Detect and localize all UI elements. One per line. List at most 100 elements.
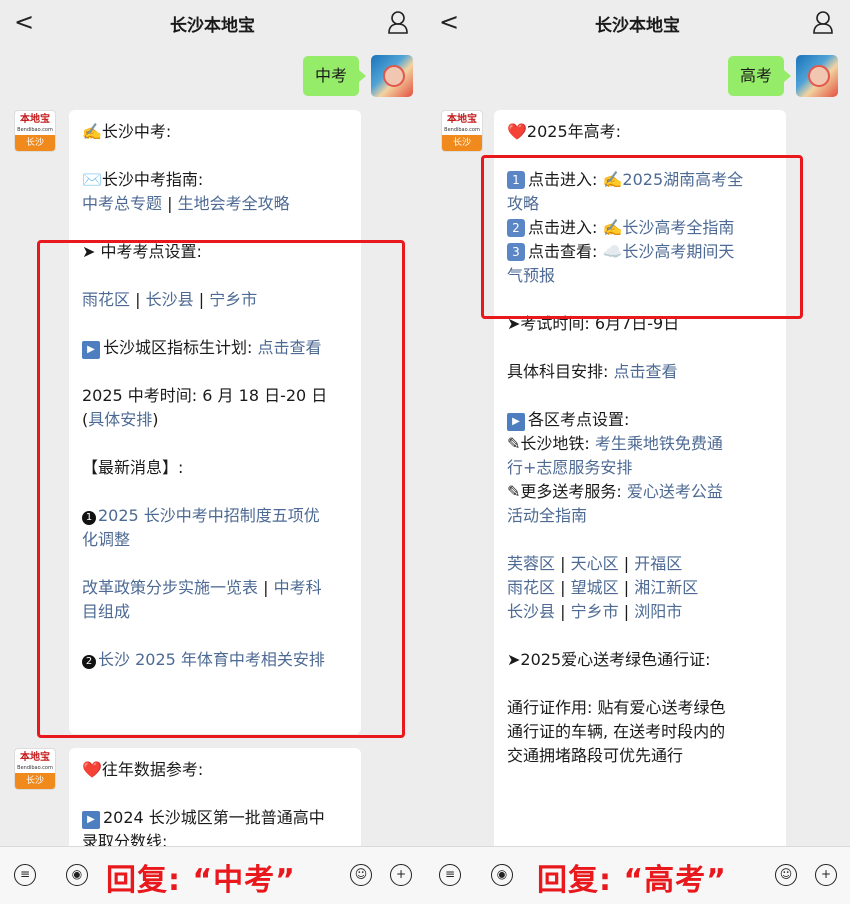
profile-icon[interactable] [387,10,409,34]
sent-bubble: 中考 [302,56,367,96]
text-line: 通行证的车辆, 在送考时段内的 [507,722,726,741]
link[interactable]: 爱心送考公益 [627,482,723,501]
outgoing-message: 中考 [302,54,413,98]
menu-icon[interactable]: ≡ [14,864,36,886]
district-link[interactable]: 芙蓉区 [507,554,555,573]
menu-icon[interactable]: ≡ [439,864,461,886]
link[interactable]: 雨花区 [82,290,130,309]
text: 具体科目安排: [507,362,609,381]
plus-icon[interactable]: + [815,864,837,886]
district-link[interactable]: 天心区 [571,554,619,573]
avatar-city: 长沙 [15,773,55,789]
district-link[interactable]: 开福区 [634,554,682,573]
user-avatar[interactable] [796,55,838,97]
bot-avatar[interactable]: 本地宝 Bendibao.com 长沙 [14,748,56,790]
voice-icon[interactable]: ◉ [491,864,513,886]
profile-icon[interactable] [812,10,834,34]
paren: ) [152,410,159,429]
link[interactable]: 目组成 [82,600,348,624]
district-link[interactable]: 宁乡市 [571,602,619,621]
district-link[interactable]: 湘江新区 [634,578,698,597]
link[interactable]: 2025湖南高考全 [622,170,743,189]
number-badge: 2 [507,219,525,237]
chat-pane-zhongkao: < 长沙本地宝 中考 本地宝 Bendibao.com 长沙 ✍️长沙中考: ✉️… [0,0,425,904]
link[interactable]: 中考科 [274,578,322,597]
link[interactable]: 宁乡市 [209,290,257,309]
avatar-brand: 本地宝 [447,114,477,125]
text: 点击进入: ✍️ [528,218,623,237]
link[interactable]: 长沙县 [146,290,194,309]
separator: | [135,290,141,309]
user-avatar[interactable] [371,55,413,97]
link[interactable]: 具体安排 [88,410,152,429]
separator: | [560,554,566,573]
text: ✎更多送考服务: [507,482,622,501]
text-line: 2025 中考时间: 6 月 18 日-20 日 [82,386,328,405]
link[interactable]: 长沙高考全指南 [622,218,734,237]
link[interactable]: 生地会考全攻略 [178,194,290,213]
separator: | [623,554,630,573]
text-line: ❤️2025年高考: [507,122,622,141]
link[interactable]: 长沙 2025 年体育中考相关安排 [98,650,325,669]
reply-hint: 回复: “高考” [537,863,727,898]
link[interactable]: 改革政策分步实施一览表 [82,578,258,597]
separator: | [560,602,566,621]
emoji-icon[interactable]: ☺ [350,864,372,886]
plus-icon[interactable]: + [390,864,412,886]
top-bar: < 长沙本地宝 [425,0,850,46]
link[interactable]: 化调整 [82,528,348,552]
play-icon: ▶ [507,413,525,431]
avatar-brand: 本地宝 [20,114,50,125]
link[interactable]: 中考总专题 [82,194,162,213]
separator: | [623,602,630,621]
text-line: ➤考试时间: 6月7日-9日 [507,314,680,333]
bot-avatar[interactable]: 本地宝 Bendibao.com 长沙 [14,110,56,152]
separator: | [623,578,630,597]
text: ✎长沙地铁: [507,434,590,453]
text-line: ➤2025爱心送考绿色通行证: [507,650,711,669]
link[interactable]: 2025 长沙中考中招制度五项优 [98,506,320,525]
separator: | [198,290,205,309]
district-link[interactable]: 雨花区 [507,578,555,597]
number-badge: 1 [507,171,525,189]
outgoing-message: 高考 [727,54,838,98]
link[interactable]: 点击查看 [258,338,322,357]
link[interactable]: 攻略 [507,192,773,216]
text-line: 【最新消息】: [82,458,184,477]
text: 各区考点设置: [528,410,630,429]
text-line: 交通拥堵路段可优先通行 [507,746,684,765]
separator: | [167,194,173,213]
link[interactable]: 长沙高考期间天 [622,242,734,261]
sent-bubble: 高考 [727,56,792,96]
text-line: ✉️长沙中考指南: [82,170,204,189]
message-bubble: ❤️2025年高考: 1 点击进入: ✍️2025湖南高考全 攻略 2 点击进入: … [494,110,786,855]
text: 2024 长沙城区第一批普通高中 [103,808,325,827]
play-icon: ▶ [82,341,100,359]
separator: | [560,578,566,597]
message-bubble: ✍️长沙中考: ✉️长沙中考指南: 中考总专题 | 生地会考全攻略 ➤ 中考考点… [69,110,361,734]
link[interactable]: 气预报 [507,264,773,288]
avatar-city: 长沙 [15,135,55,151]
number-badge: 3 [507,243,525,261]
district-link[interactable]: 望城区 [571,578,619,597]
link[interactable]: 考生乘地铁免费通 [595,434,723,453]
input-bar: ≡ ◉ 回复: “中考” ☺ + [0,846,425,904]
chat-title: 长沙本地宝 [595,16,680,36]
emoji-icon[interactable]: ☺ [775,864,797,886]
link[interactable]: 行+志愿服务安排 [507,456,773,480]
text-line: ✍️长沙中考: [82,122,172,141]
text: 点击查看: ☁️ [528,242,623,261]
chat-pane-gaokao: < 长沙本地宝 高考 本地宝 Bendibao.com 长沙 ❤️2025年高考:… [425,0,850,904]
chat-title: 长沙本地宝 [170,16,255,36]
text-line: 通行证作用: 贴有爱心送考绿色 [507,698,726,717]
number-badge: 2 [82,655,96,669]
avatar-city: 长沙 [442,135,482,151]
link[interactable]: 活动全指南 [507,504,773,528]
bot-avatar[interactable]: 本地宝 Bendibao.com 长沙 [441,110,483,152]
district-link[interactable]: 浏阳市 [634,602,682,621]
link[interactable]: 点击查看 [614,362,678,381]
number-badge: 1 [82,511,96,525]
avatar-brand: 本地宝 [20,752,50,763]
voice-icon[interactable]: ◉ [66,864,88,886]
district-link[interactable]: 长沙县 [507,602,555,621]
